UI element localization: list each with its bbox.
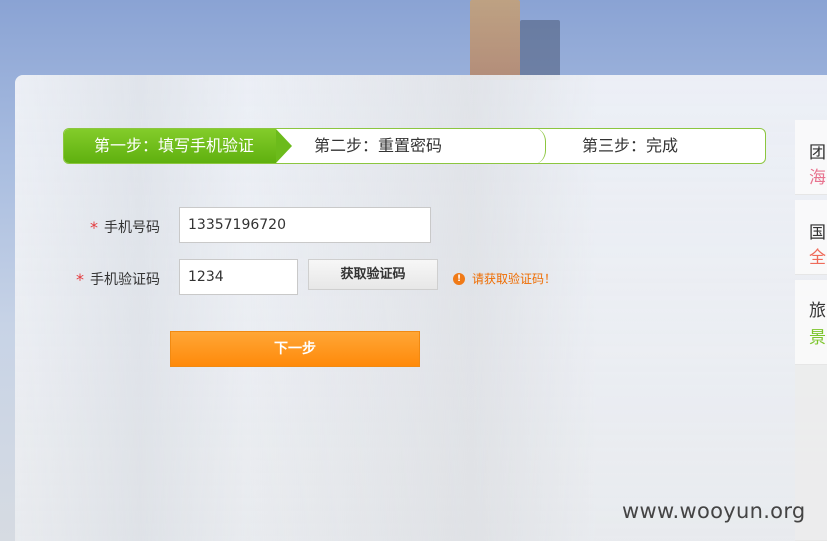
side-card-sub: 全: [809, 248, 826, 268]
hint-message: ! 请获取验证码！: [453, 270, 556, 287]
code-input[interactable]: [179, 259, 298, 295]
side-card-1[interactable]: 团 海: [795, 120, 827, 195]
step-divider: [534, 128, 546, 164]
hint-text: 请获取验证码！: [472, 272, 557, 286]
background-decoration: [520, 20, 560, 80]
code-label: 手机验证码: [90, 272, 160, 288]
side-card-3[interactable]: 旅 景: [795, 280, 827, 365]
side-card-sub: 海: [809, 168, 826, 188]
step-2: 第二步：重置密码: [314, 136, 443, 155]
phone-input[interactable]: [179, 207, 431, 243]
side-card-2[interactable]: 国 全: [795, 200, 827, 275]
background-decoration: [470, 0, 520, 80]
progress-steps: 第一步：填写手机验证 第二步：重置密码 第三步：完成: [63, 128, 766, 164]
next-step-button[interactable]: 下一步: [170, 331, 420, 367]
phone-row: * 手机号码: [90, 217, 160, 237]
step-arrow: [276, 129, 292, 163]
side-card-title: 团: [809, 143, 826, 163]
side-card-sub: 景: [809, 328, 826, 348]
warning-icon: !: [453, 272, 465, 285]
side-card-title: 国: [809, 223, 826, 243]
step-3: 第三步：完成: [582, 136, 679, 155]
code-row: * 手机验证码: [76, 269, 160, 289]
required-mark: *: [76, 269, 84, 289]
required-mark: *: [90, 217, 98, 237]
step-1-active: 第一步：填写手机验证: [64, 129, 276, 163]
phone-label: 手机号码: [104, 220, 160, 236]
side-card-title: 旅: [809, 301, 826, 321]
watermark: www.wooyun.org: [622, 499, 806, 523]
get-code-button[interactable]: 获取验证码: [308, 259, 438, 290]
